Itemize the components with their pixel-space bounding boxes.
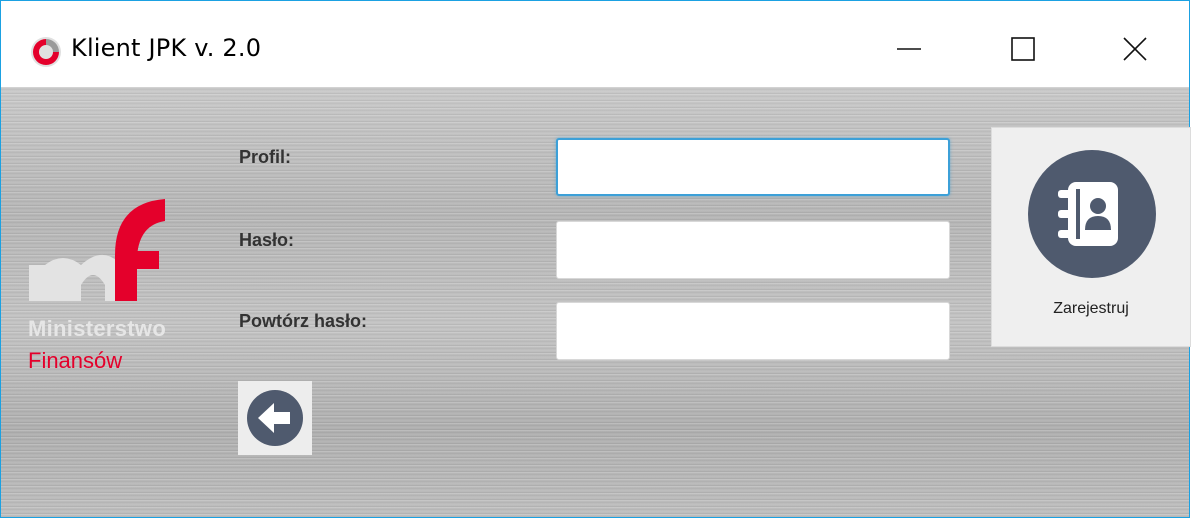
profile-label: Profil: [239,147,291,167]
password-input[interactable] [556,221,950,279]
arrow-left-icon [247,390,303,446]
registration-panel: Ministerstwo Finansów Profil: Hasło: Pow… [1,87,1191,517]
ministry-logo-mark [29,199,165,301]
profile-input[interactable] [556,138,950,196]
logo-text-ministerstwo: Ministerstwo [28,316,167,341]
register-label: Zarejestruj [1053,300,1129,317]
repeat-password-label: Powtórz hasło: [239,311,368,331]
logo-text-finansow: Finansów [28,348,123,373]
app-window: Klient JPK v. 2.0 Ministerstwo Finansów … [0,0,1191,518]
maximize-button[interactable] [987,19,1059,79]
window-title: Klient JPK v. 2.0 [71,34,262,62]
mf-app-icon [31,37,61,67]
password-label: Hasło: [239,230,295,250]
close-icon [1123,37,1147,61]
minimize-icon [897,48,921,50]
minimize-button[interactable] [873,19,945,79]
back-button[interactable] [238,381,312,455]
repeat-password-input[interactable] [556,302,950,360]
title-bar[interactable]: Klient JPK v. 2.0 [1,1,1189,87]
register-button[interactable]: Zarejestruj [991,127,1191,347]
address-book-icon [1028,150,1156,278]
close-button[interactable] [1099,19,1171,79]
maximize-icon [1011,37,1035,61]
